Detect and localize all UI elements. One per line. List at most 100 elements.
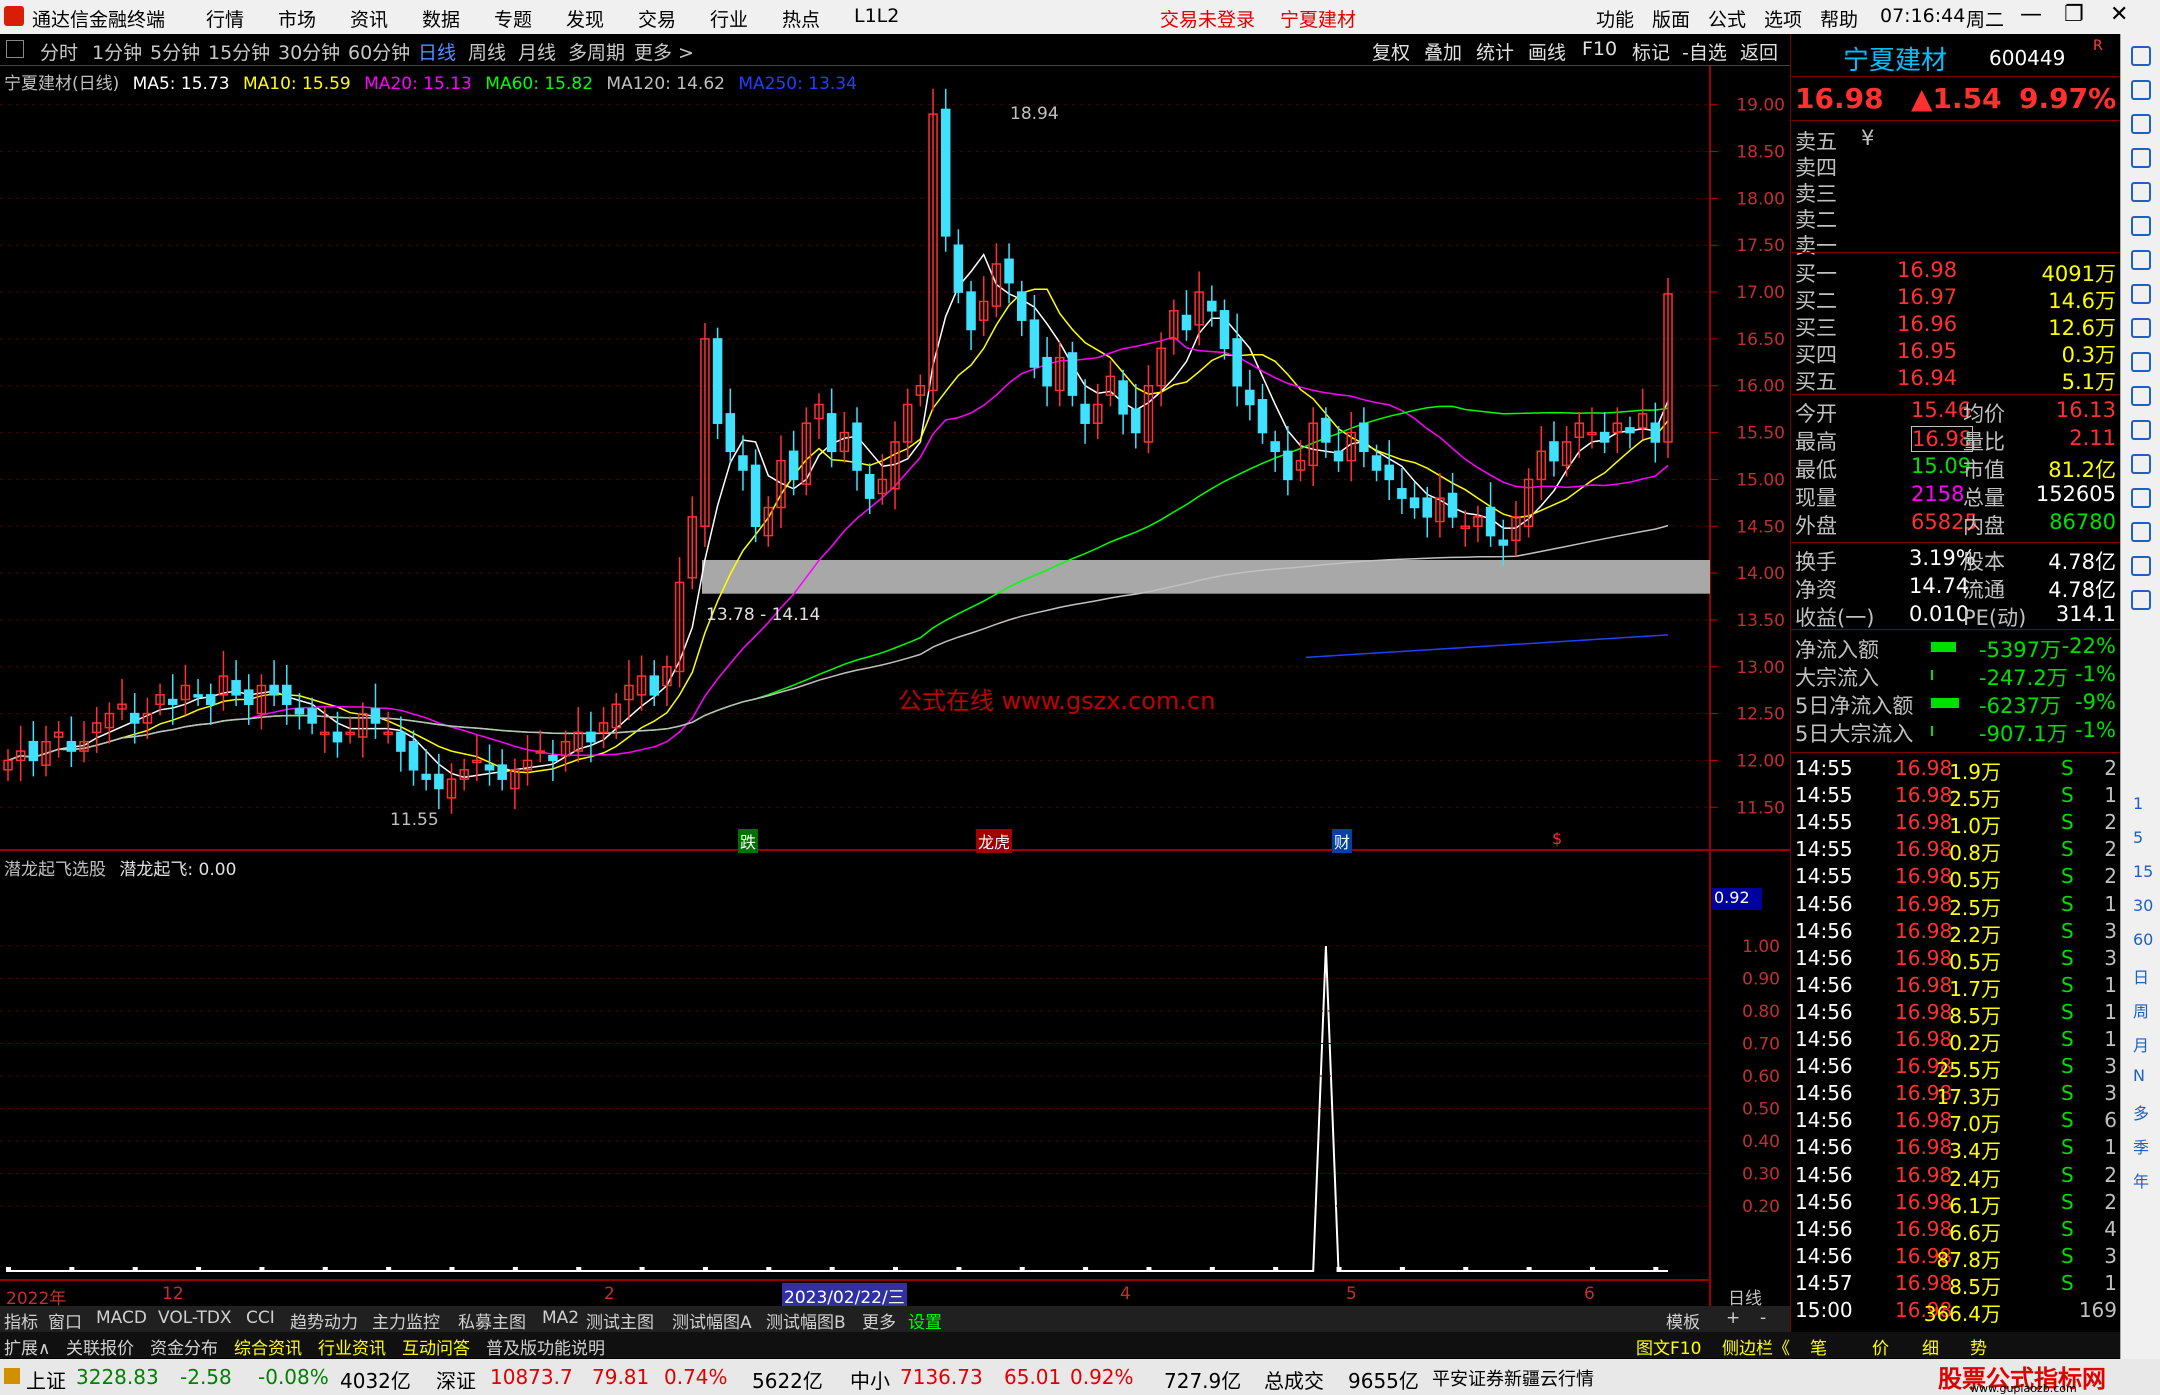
sound-icon[interactable] xyxy=(2131,590,2151,610)
tick-row[interactable]: 14:56 16.98 2.5万 S 1 xyxy=(1791,892,2121,920)
strip-label[interactable]: 年 xyxy=(2133,1168,2149,1192)
kline-chart[interactable]: 19.00 18.50 18.00 17.50 17.00 16.50 16.00 15.50… xyxy=(0,66,1790,1306)
fs-icon[interactable] xyxy=(2131,556,2151,576)
tick-row[interactable]: 14:56 16.98 6.1万 S 2 xyxy=(1791,1190,2121,1218)
info-tab[interactable]: 资金分布 xyxy=(150,1334,218,1359)
tick-row[interactable]: 14:56 16.98 1.7万 S 1 xyxy=(1791,973,2121,1001)
tick-row[interactable]: 14:56 16.98 0.2万 S 1 xyxy=(1791,1027,2121,1055)
strip-label[interactable]: 多 xyxy=(2133,1100,2149,1124)
indicator-tab[interactable]: 测试主图 xyxy=(586,1308,654,1333)
menu-item-hq[interactable]: 行情 xyxy=(206,5,244,32)
f10-icon[interactable] xyxy=(2131,318,2151,338)
period-monthly[interactable]: 月线 xyxy=(518,38,556,65)
info-tab-right[interactable]: 价 xyxy=(1872,1334,1889,1359)
indicator-tab[interactable]: 测试幅图A xyxy=(672,1308,752,1333)
sz-label[interactable]: 深证 xyxy=(436,1365,476,1394)
close-icon[interactable] xyxy=(2131,46,2151,66)
tool-add-favorite[interactable]: -自选 xyxy=(1682,38,1727,65)
period-1min[interactable]: 1分钟 xyxy=(92,38,142,65)
menu-item-data[interactable]: 数据 xyxy=(422,5,460,32)
minimize-icon[interactable]: — xyxy=(2020,2,2042,27)
up-icon[interactable] xyxy=(2131,80,2151,100)
menu-item-news[interactable]: 资讯 xyxy=(350,5,388,32)
indicator-tab[interactable]: 更多 xyxy=(862,1308,896,1333)
event-marker-finance[interactable]: 财 xyxy=(1332,829,1353,853)
tool-f10[interactable]: F10 xyxy=(1582,38,1617,60)
status-icon[interactable] xyxy=(4,1368,20,1384)
indicator-tab-right[interactable]: 模板 xyxy=(1666,1308,1700,1333)
info-tab-right[interactable]: 细 xyxy=(1922,1334,1939,1359)
info-tab[interactable]: 扩展∧ xyxy=(4,1334,50,1359)
tool-draw[interactable]: 画线 xyxy=(1528,38,1566,65)
tick-row[interactable]: 14:55 16.98 0.5万 S 2 xyxy=(1791,864,2121,892)
strip-label[interactable]: N xyxy=(2133,1066,2145,1085)
chart-icon[interactable] xyxy=(2131,216,2151,236)
search-icon[interactable] xyxy=(2131,420,2151,440)
indicator-tab[interactable]: CCI xyxy=(246,1308,275,1328)
expand-icon[interactable] xyxy=(6,40,24,58)
page-icon[interactable] xyxy=(2131,148,2151,168)
menu-item-function[interactable]: 功能 xyxy=(1596,5,1634,32)
menu-item-topic[interactable]: 专题 xyxy=(494,5,532,32)
indicator-tab[interactable]: 指标 xyxy=(4,1308,38,1333)
indicator-tab[interactable]: 私募主图 xyxy=(458,1308,526,1333)
tick-row[interactable]: 14:55 16.98 1.9万 S 2 xyxy=(1791,756,2121,784)
broker-label[interactable]: 平安证券新疆云行情 xyxy=(1432,1365,1594,1391)
indicator-tab[interactable]: VOL-TDX xyxy=(158,1308,232,1328)
tick-row[interactable]: 14:55 16.98 2.5万 S 1 xyxy=(1791,783,2121,811)
tool-overlay[interactable]: 叠加 xyxy=(1424,38,1462,65)
strip-label[interactable]: 15 xyxy=(2133,862,2153,881)
menu-item-options[interactable]: 选项 xyxy=(1764,5,1802,32)
indicator-tab[interactable]: 趋势动力 xyxy=(290,1308,358,1333)
tool-stats[interactable]: 统计 xyxy=(1476,38,1514,65)
restore-icon[interactable]: ❐ xyxy=(2064,2,2084,27)
tick-row[interactable]: 14:56 16.98 87.8万 S 3 xyxy=(1791,1244,2121,1272)
period-15min[interactable]: 15分钟 xyxy=(208,38,270,65)
tick-row[interactable]: 14:56 16.98 6.6万 S 4 xyxy=(1791,1217,2121,1245)
period-30min[interactable]: 30分钟 xyxy=(278,38,340,65)
rss-icon[interactable] xyxy=(2131,454,2151,474)
info-tab-right[interactable]: 图文F10 xyxy=(1636,1334,1701,1359)
period-5min[interactable]: 5分钟 xyxy=(150,38,200,65)
period-60min[interactable]: 60分钟 xyxy=(348,38,410,65)
indicator-tab[interactable]: MA2 xyxy=(542,1308,579,1328)
zx-label[interactable]: 中小 xyxy=(850,1365,890,1394)
period-multi[interactable]: 多周期 xyxy=(568,38,625,65)
indicator-tab[interactable]: 主力监控 xyxy=(372,1308,440,1333)
tool-back[interactable]: 返回 xyxy=(1740,38,1778,65)
info-tab[interactable]: 互动问答 xyxy=(402,1334,470,1359)
strip-label[interactable]: 日 xyxy=(2133,964,2149,988)
down-icon[interactable] xyxy=(2131,114,2151,134)
strip-label[interactable]: 季 xyxy=(2133,1134,2149,1158)
event-marker-dollar[interactable]: $ xyxy=(1552,829,1562,848)
indicator-tab[interactable]: 窗口 xyxy=(48,1308,82,1333)
tick-row[interactable]: 14:56 16.98 25.5万 S 3 xyxy=(1791,1054,2121,1082)
menu-item-hot[interactable]: 热点 xyxy=(782,5,820,32)
tick-row[interactable]: 14:56 16.98 7.0万 S 6 xyxy=(1791,1108,2121,1136)
tick-row[interactable]: 14:55 16.98 0.8万 S 2 xyxy=(1791,837,2121,865)
layout-icon[interactable] xyxy=(2131,352,2151,372)
strip-label[interactable]: 60 xyxy=(2133,930,2153,949)
event-marker-longhu[interactable]: 龙虎 xyxy=(976,829,1013,853)
strip-label[interactable]: 周 xyxy=(2133,998,2149,1022)
tick-row[interactable]: 14:57 16.98 8.5万 S 1 xyxy=(1791,1271,2121,1299)
indicator-tab-right[interactable]: + xyxy=(1726,1308,1740,1328)
menu-item-l1l2[interactable]: L1L2 xyxy=(854,5,899,27)
indicator-tab-right[interactable]: - xyxy=(1760,1308,1766,1328)
info-tab-right[interactable]: 侧边栏《 xyxy=(1722,1334,1790,1359)
close-icon[interactable]: ✕ xyxy=(2110,2,2128,27)
login-status[interactable]: 交易未登录 xyxy=(1160,5,1255,32)
info-tab-right[interactable]: 笔 xyxy=(1810,1334,1827,1359)
strip-label[interactable]: 30 xyxy=(2133,896,2153,915)
tool-fuquan[interactable]: 复权 xyxy=(1372,38,1410,65)
period-weekly[interactable]: 周线 xyxy=(468,38,506,65)
tick-row[interactable]: 14:56 16.98 0.5万 S 3 xyxy=(1791,946,2121,974)
menu-item-help[interactable]: 帮助 xyxy=(1820,5,1858,32)
grid-icon[interactable] xyxy=(2131,386,2151,406)
strip-label[interactable]: 月 xyxy=(2133,1032,2149,1056)
sh-label[interactable]: 上证 xyxy=(26,1365,66,1394)
tick-row[interactable]: 14:55 16.98 1.0万 S 2 xyxy=(1791,810,2121,838)
info-tab[interactable]: 关联报价 xyxy=(66,1334,134,1359)
move-icon[interactable] xyxy=(2131,488,2151,508)
tick-row[interactable]: 14:56 16.98 2.4万 S 2 xyxy=(1791,1163,2121,1191)
